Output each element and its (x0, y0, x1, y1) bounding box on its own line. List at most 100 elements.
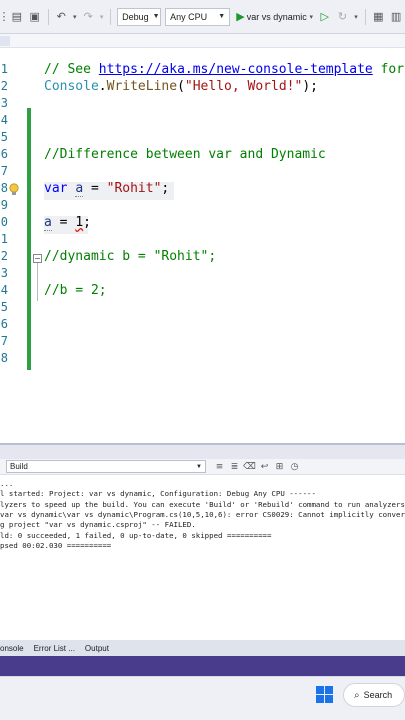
code-line[interactable]: 7 (0, 334, 405, 351)
output-line: l started: Project: var vs dynamic, Conf… (0, 489, 316, 499)
code-line[interactable]: 3 (0, 96, 405, 113)
redo-icon[interactable]: ↷ (81, 9, 95, 25)
toolbar-separator (47, 8, 49, 25)
line-number: 9 (0, 198, 8, 212)
output-line: lyzers to speed up the build. You can ex… (0, 499, 405, 509)
hot-reload-dropdown-icon[interactable]: ▾ (353, 9, 358, 25)
code-token: //dynamic b = "Rohit"; (44, 249, 217, 264)
code-token: = (51, 215, 76, 230)
save-icon[interactable]: ▣ (28, 9, 42, 25)
chevron-down-icon: ▼ (218, 13, 226, 20)
timestamp-icon[interactable]: ◷ (289, 461, 300, 472)
line-number: 3 (0, 96, 8, 110)
extension-icon[interactable]: ▥ (389, 9, 403, 25)
code-line[interactable]: 2 Console.WriteLine("Hello, World!"); (0, 79, 405, 96)
configuration-dropdown[interactable]: Debug ▼ (117, 7, 162, 26)
output-source-dropdown[interactable]: Build ▼ (6, 460, 206, 473)
code-line[interactable]: 7 (0, 164, 405, 181)
code-line[interactable]: 2 //dynamic b = "Rohit"; (0, 249, 405, 266)
save-all-icon[interactable]: ▤ (10, 9, 24, 25)
toolbar-separator (110, 8, 112, 25)
code-text: a = 1; (44, 215, 91, 231)
code-token: . (98, 79, 107, 94)
code-line[interactable]: 5 (0, 130, 405, 147)
find-message-icon[interactable]: ≡ (214, 461, 225, 472)
clear-all-icon[interactable]: ⌫ (243, 461, 256, 472)
code-line[interactable]: 4 (0, 113, 405, 130)
code-line[interactable]: 8 (0, 351, 405, 368)
prev-message-icon[interactable]: ≣ (229, 461, 240, 472)
code-line[interactable]: 8 var a = "Rohit"; (0, 181, 405, 198)
line-number: 4 (0, 283, 8, 297)
code-token: //b = 2; (44, 283, 107, 298)
code-line[interactable]: 1 // See https://aka.ms/new-console-templ… (0, 62, 405, 79)
start-without-debugging-icon[interactable]: ▷ (318, 9, 332, 25)
output-line: ... (0, 479, 14, 488)
status-bar (0, 656, 405, 676)
document-tab[interactable] (0, 36, 10, 46)
code-text: //dynamic b = "Rohit"; (44, 249, 216, 264)
code-token: https://aka.ms/new-console-template (98, 62, 373, 77)
run-target-label[interactable]: var vs dynamic (247, 12, 307, 22)
word-wrap-icon[interactable]: ↩ (259, 461, 270, 472)
line-number: 8 (0, 181, 8, 195)
code-text: var a = "Rohit"; (44, 181, 170, 197)
hot-reload-icon[interactable]: ↻ (336, 9, 350, 25)
toolbar-grip-icon: ⋮ (0, 10, 10, 23)
code-token: Console (44, 79, 99, 94)
output-line: var vs dynamic\var vs dynamic\Program.cs… (0, 509, 405, 519)
line-number: 8 (0, 351, 8, 365)
code-token: a (75, 181, 84, 197)
line-number: 4 (0, 113, 8, 127)
chevron-down-icon: ▼ (152, 13, 160, 20)
panel-splitter[interactable] (0, 443, 405, 459)
bottom-tab[interactable]: Error List ... (34, 644, 75, 653)
code-line[interactable]: 6 //Difference between var and Dynamic (0, 147, 405, 164)
bottom-tool-tabs: onsole Error List ... Output (0, 640, 405, 656)
code-token: for m (380, 62, 405, 77)
configuration-value: Debug (122, 11, 149, 22)
taskbar-search[interactable]: ⌕ Search (343, 683, 405, 707)
code-text: //Difference between var and Dynamic (44, 147, 326, 162)
output-toolbar: Build ▼ ≡ ≣ ⌫ ↩ ⊞ ◷ (0, 459, 405, 475)
main-toolbar: ⋮ ▤ ▣ ↶ ▾ ↷ ▾ Debug ▼ Any CPU ▼ ▶ var vs… (0, 0, 405, 34)
code-line[interactable]: 9 (0, 198, 405, 215)
redo-dropdown-icon[interactable]: ▾ (99, 9, 104, 25)
line-number: 2 (0, 249, 8, 263)
windows-taskbar: ⌕ Search (0, 676, 405, 720)
line-number: 7 (0, 164, 8, 178)
windows-start-icon[interactable] (316, 686, 333, 703)
output-pane[interactable]: ... l started: Project: var vs dynamic, C… (0, 475, 405, 640)
platform-dropdown[interactable]: Any CPU ▼ (165, 7, 231, 26)
code-line[interactable]: 3 (0, 266, 405, 283)
toggle-word-wrap-icon[interactable]: ⊞ (274, 461, 285, 472)
search-icon: ⌕ (354, 689, 360, 701)
output-line: g project "var vs dynamic.csproj" -- FAI… (0, 520, 196, 530)
code-token: 1 (75, 215, 84, 230)
code-token: ); (302, 79, 318, 94)
code-line[interactable]: 1 (0, 232, 405, 249)
code-token: "Rohit" (106, 181, 162, 196)
code-line[interactable]: 0 a = 1; (0, 215, 405, 232)
line-number: 3 (0, 266, 8, 280)
code-token: a (44, 215, 52, 231)
document-tab-strip (0, 34, 405, 48)
code-line[interactable]: 5 (0, 300, 405, 317)
code-editor[interactable]: − 1// See https://aka.ms/new-console-tem… (0, 48, 405, 443)
start-debugging-icon[interactable]: ▶ (236, 10, 244, 23)
window-layout-icon[interactable]: ▦ (371, 9, 385, 25)
code-token: //Difference between var and Dynamic (44, 147, 326, 162)
line-number: 1 (0, 62, 8, 76)
run-dropdown-icon[interactable]: ▾ (309, 9, 314, 25)
bottom-tab[interactable]: Output (85, 644, 109, 653)
code-text: Console.WriteLine("Hello, World!"); (44, 79, 318, 94)
undo-dropdown-icon[interactable]: ▾ (72, 9, 77, 25)
bottom-tab[interactable]: onsole (0, 644, 24, 653)
line-number: 2 (0, 79, 8, 93)
code-line[interactable]: 6 (0, 317, 405, 334)
code-token: // See (44, 62, 99, 77)
line-number: 6 (0, 317, 8, 331)
code-token: ; (161, 181, 170, 196)
undo-icon[interactable]: ↶ (54, 9, 68, 25)
code-line[interactable]: 4 //b = 2; (0, 283, 405, 300)
